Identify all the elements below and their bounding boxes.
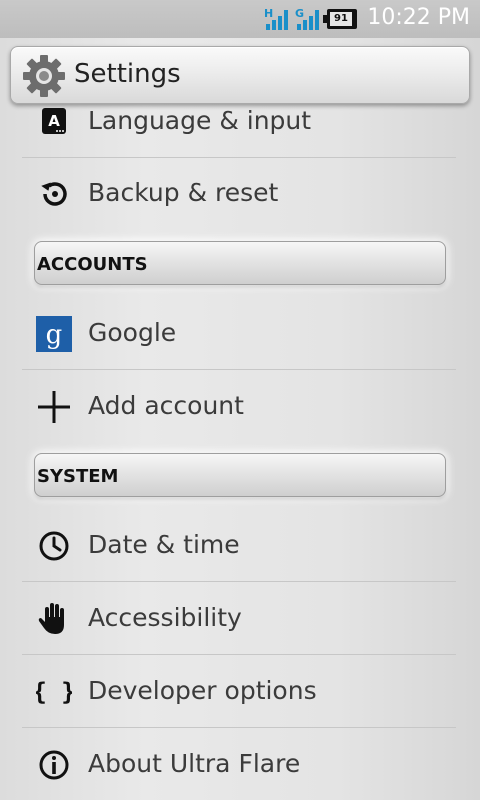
settings-item-add-account[interactable]: Add account xyxy=(22,371,456,443)
section-header-label: SYSTEM xyxy=(37,466,119,487)
divider xyxy=(22,581,456,582)
battery-icon: 91 xyxy=(323,9,357,29)
settings-item-date-time[interactable]: Date & time xyxy=(22,510,456,582)
settings-item-google[interactable]: g Google xyxy=(22,298,456,370)
svg-text:A: A xyxy=(48,112,60,130)
settings-item-label: Backup & reset xyxy=(88,178,279,207)
settings-item-label: Date & time xyxy=(88,530,240,559)
language-icon: A xyxy=(42,108,66,134)
settings-item-backup[interactable]: Backup & reset xyxy=(22,158,456,230)
settings-item-label: Accessibility xyxy=(88,603,242,632)
svg-text:G: G xyxy=(295,7,304,20)
settings-item-label: Language & input xyxy=(88,106,312,135)
svg-text:H: H xyxy=(264,7,273,20)
info-icon xyxy=(39,750,69,780)
settings-item-about[interactable]: About Ultra Flare xyxy=(22,729,456,800)
clock-icon xyxy=(39,531,69,561)
battery-level: 91 xyxy=(330,12,352,26)
settings-list: A Language & input Backup & reset ACCOUN… xyxy=(0,104,480,800)
settings-item-accessibility[interactable]: Accessibility xyxy=(22,583,456,655)
settings-item-label: Developer options xyxy=(88,676,317,705)
signal-g-icon: G xyxy=(295,7,319,30)
section-header-accounts: ACCOUNTS xyxy=(34,241,446,285)
hand-icon xyxy=(38,603,64,634)
divider xyxy=(22,727,456,728)
divider xyxy=(22,369,456,370)
braces-icon: { } xyxy=(36,678,72,706)
section-header-label: ACCOUNTS xyxy=(37,254,148,275)
svg-text:{ }: { } xyxy=(36,678,72,706)
svg-text:g: g xyxy=(46,320,63,350)
plus-icon xyxy=(38,391,70,423)
page-title: Settings xyxy=(74,59,181,89)
settings-item-label: Add account xyxy=(88,391,244,420)
status-time: 10:22 PM xyxy=(367,5,470,30)
status-bar: H G 91 10:22 PM xyxy=(0,0,480,38)
google-icon: g xyxy=(36,316,72,352)
settings-item-label: Google xyxy=(88,318,177,347)
settings-item-developer-options[interactable]: { } Developer options xyxy=(22,656,456,728)
divider xyxy=(22,654,456,655)
backup-icon xyxy=(41,182,67,206)
settings-item-language[interactable]: A Language & input xyxy=(22,86,456,158)
signal-h-icon: H xyxy=(264,7,288,30)
section-header-system: SYSTEM xyxy=(34,453,446,497)
settings-item-label: About Ultra Flare xyxy=(88,749,301,778)
